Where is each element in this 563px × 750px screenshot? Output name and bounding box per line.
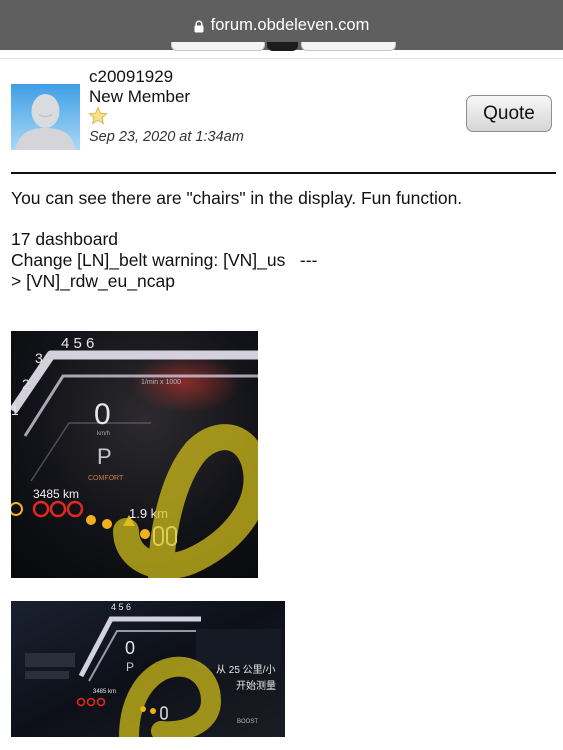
- rpm-label: 1/min x 1000: [141, 379, 181, 386]
- tacho-number: 3: [35, 350, 43, 366]
- gear-indicator: P: [126, 660, 134, 674]
- author-role: New Member: [89, 87, 191, 106]
- tacho-number: 4 5 6: [61, 335, 94, 352]
- range-readout: 3485 km: [33, 487, 79, 501]
- author-username[interactable]: c20091929: [89, 67, 173, 87]
- nav-tab-remnant[interactable]: [301, 42, 396, 51]
- default-avatar-icon: [11, 84, 80, 150]
- nav-tab-remnant-active[interactable]: [267, 42, 298, 51]
- lock-icon: [194, 20, 204, 32]
- chinese-message-line: 开始测量: [236, 679, 276, 692]
- tacho-number: 4 5 6: [111, 602, 131, 612]
- page-nav-remnants: [0, 42, 563, 52]
- post-body-line: You can see there are "chairs" in the di…: [11, 188, 463, 208]
- speed-unit: km/h: [97, 431, 110, 437]
- url-display[interactable]: forum.obdeleven.com: [0, 13, 563, 37]
- quote-button[interactable]: Quote: [466, 95, 552, 132]
- dashboard-photo-2[interactable]: 4 5 6 0 P 从 25 公里/小 开始测量 3485 km BOOST: [11, 601, 285, 737]
- post-timestamp: Sep 23, 2020 at 1:34am: [89, 129, 244, 145]
- gear-indicator: P: [97, 444, 112, 469]
- speed-readout: 0: [125, 638, 135, 658]
- post-body-line: 17 dashboard: [11, 229, 119, 249]
- boost-label: BOOST: [237, 719, 258, 725]
- range-readout: 3485 km: [93, 689, 116, 695]
- url-text: forum.obdeleven.com: [210, 15, 370, 34]
- tacho-number: 1: [11, 402, 19, 418]
- tacho-number: 2: [22, 376, 30, 392]
- drive-mode: COMFORT: [88, 475, 124, 482]
- star-icon: [88, 106, 108, 125]
- post-body-line: Change [LN]_belt warning: [VN]_us ---: [11, 250, 318, 270]
- dashboard-photo-1[interactable]: 4 5 6 3 2 1 1/min x 1000 0 km/h P COMFOR…: [11, 331, 258, 578]
- nav-tab-remnant[interactable]: [171, 42, 265, 51]
- chinese-message-line: 从 25 公里/小: [216, 664, 275, 676]
- speed-readout: 0: [94, 398, 111, 431]
- post-body-line: > [VN]_rdw_eu_ncap: [11, 271, 175, 291]
- avatar[interactable]: [11, 84, 80, 150]
- post-divider: [11, 172, 556, 174]
- header-separator: [0, 58, 563, 59]
